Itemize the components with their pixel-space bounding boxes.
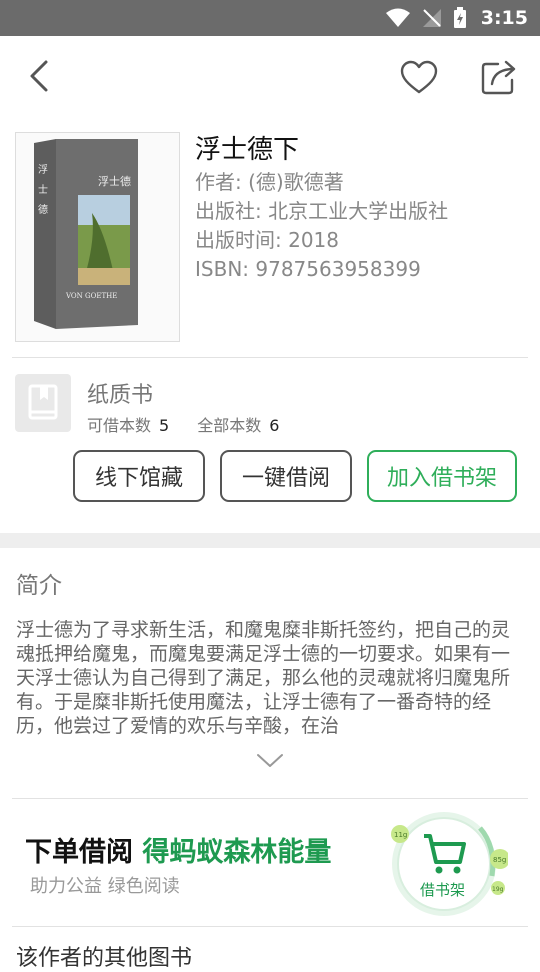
add-to-shelf-button[interactable]: 加入借书架	[367, 450, 517, 502]
wifi-icon	[385, 8, 410, 27]
book-icon	[15, 374, 71, 432]
book-cover[interactable]: 浮士德 VON GOETHE 浮 士 德	[15, 132, 180, 342]
book-pub-time: 出版时间: 2018	[195, 228, 339, 252]
section-gap	[0, 533, 540, 548]
intro-text: 浮士德为了寻求新生活，和魔鬼糜非斯托签约，把自己的灵魂抵押给魔鬼，而魔鬼要满足浮…	[16, 619, 511, 737]
back-icon[interactable]	[26, 56, 56, 96]
one-click-borrow-button[interactable]: 一键借阅	[220, 450, 352, 502]
divider	[12, 926, 528, 927]
divider	[12, 357, 528, 358]
energy-ball-3: 19g	[492, 886, 504, 893]
promo-headline-green: 得蚂蚁森林能量	[142, 837, 332, 868]
book-counts: 可借本数 5 全部本数 6	[87, 412, 307, 436]
book-header: 浮士德 VON GOETHE 浮 士 德 浮士德下 作者: (德)歌德著 出版社…	[15, 132, 530, 342]
other-books-heading: 该作者的其他图书	[16, 946, 193, 971]
energy-ball-1: 11g	[394, 831, 407, 839]
divider	[12, 798, 528, 799]
chevron-down-icon[interactable]	[255, 750, 285, 770]
no-signal-icon	[422, 9, 441, 27]
energy-ball-2: 85g	[493, 856, 506, 864]
clock: 3:15	[480, 7, 528, 29]
cover-title: 浮士德	[98, 174, 131, 188]
svg-text:德: 德	[38, 203, 48, 216]
book-cover-image: 浮士德 VON GOETHE 浮 士 德	[34, 139, 138, 329]
offline-holdings-button[interactable]: 线下馆藏	[73, 450, 205, 502]
share-icon[interactable]	[478, 56, 520, 98]
available-label: 可借本数	[87, 416, 152, 435]
status-bar: 3:15	[0, 0, 540, 36]
svg-text:浮: 浮	[38, 164, 48, 176]
book-info: 浮士德下 作者: (德)歌德著 出版社: 北京工业大学出版社 出版时间: 201…	[195, 132, 448, 284]
promo-headline-black: 下单借阅	[25, 837, 133, 868]
battery-icon	[453, 7, 466, 28]
borrow-shelf-label: 借书架	[420, 881, 466, 899]
book-publisher: 出版社: 北京工业大学出版社	[195, 199, 449, 223]
top-nav-bar	[0, 36, 540, 118]
book-author: 作者: (德)歌德著	[195, 170, 344, 194]
intro-heading: 简介	[16, 573, 62, 599]
available-count: 5	[159, 416, 170, 435]
heart-icon[interactable]	[398, 58, 440, 98]
paper-book-section: 纸质书 可借本数 5 全部本数 6 线下馆藏 一键借阅 加入借书架	[15, 372, 525, 522]
borrow-shelf-fab[interactable]: 11g 85g 19g 借书架	[388, 806, 510, 916]
paper-book-label: 纸质书	[87, 383, 154, 408]
cover-author: VON GOETHE	[65, 292, 117, 300]
book-isbn: ISBN: 9787563958399	[195, 257, 421, 281]
total-label: 全部本数	[197, 416, 262, 435]
promo-headline[interactable]: 下单借阅 得蚂蚁森林能量	[25, 830, 331, 869]
promo-subline: 助力公益 绿色阅读	[30, 876, 180, 897]
svg-text:士: 士	[38, 183, 48, 196]
book-title: 浮士德下	[195, 135, 300, 165]
total-count: 6	[269, 416, 280, 435]
